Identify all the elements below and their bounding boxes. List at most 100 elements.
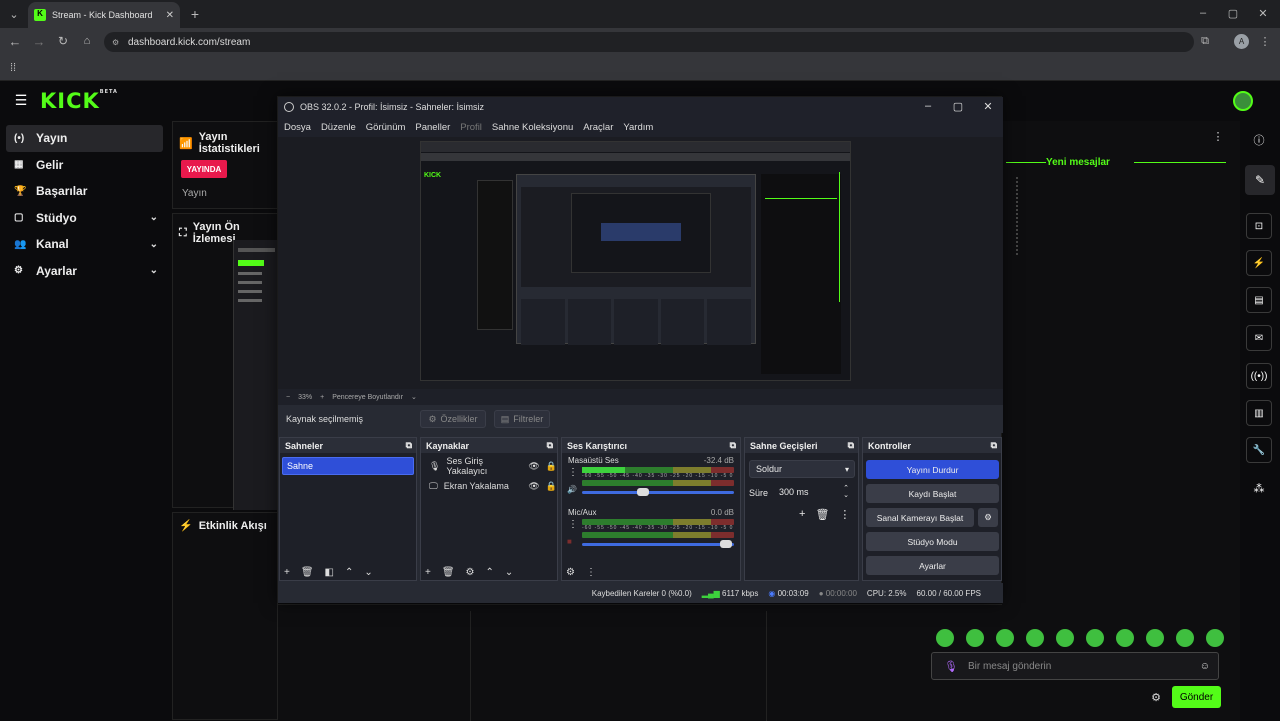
- restore-icon[interactable]: ▢: [1226, 6, 1240, 20]
- emote-icon[interactable]: [996, 629, 1014, 647]
- notes-icon[interactable]: ▤: [1246, 287, 1272, 313]
- control-button-0[interactable]: Yayını Durdur: [866, 460, 999, 479]
- menu-item-2[interactable]: Görünüm: [366, 122, 406, 133]
- menu-item-0[interactable]: Dosya: [284, 122, 311, 133]
- profile-avatar[interactable]: A: [1234, 34, 1249, 49]
- close-window-icon[interactable]: ✕: [1256, 6, 1270, 20]
- advanced-audio-icon[interactable]: ⚙: [566, 567, 575, 578]
- send-button[interactable]: Gönder: [1172, 686, 1221, 708]
- control-button-4[interactable]: Ayarlar: [866, 556, 999, 575]
- user-avatar[interactable]: [1233, 91, 1253, 111]
- layout-icon[interactable]: ▥: [1246, 400, 1272, 426]
- move-down-icon[interactable]: ⌄: [364, 567, 372, 578]
- duration-spinbox[interactable]: 300 ms ⌃ ⌄: [773, 483, 855, 501]
- new-tab-icon[interactable]: +: [188, 6, 202, 22]
- preview-video[interactable]: [233, 240, 279, 510]
- emote-icon[interactable]: [966, 629, 984, 647]
- menu-item-5[interactable]: Sahne Koleksiyonu: [492, 122, 573, 133]
- sidebar-item-5[interactable]: ⚙ Ayarlar ⌄: [0, 258, 170, 285]
- tab-search-icon[interactable]: ⌄: [6, 6, 22, 22]
- apps-grid-icon[interactable]: ⁞⁞: [6, 61, 20, 75]
- virtual-camera-settings-icon[interactable]: ⚙: [978, 508, 998, 527]
- add-icon[interactable]: +: [284, 567, 290, 578]
- emote-icon[interactable]: [1086, 629, 1104, 647]
- sidebar-item-2[interactable]: 🏆 Başarılar: [0, 178, 170, 205]
- slider-knob[interactable]: [636, 488, 649, 496]
- chat-settings-icon[interactable]: ⚙: [1150, 690, 1162, 704]
- speaker-icon[interactable]: 🔊: [567, 485, 577, 494]
- emote-icon[interactable]: [1176, 629, 1194, 647]
- forward-icon[interactable]: →: [32, 34, 46, 49]
- microphone-icon[interactable]: 🎙: [944, 660, 958, 673]
- mixer-menu-icon[interactable]: ⋮: [586, 567, 596, 578]
- chat-message-input[interactable]: 🎙 Bir mesaj gönderin ☺: [931, 652, 1219, 680]
- extensions-icon[interactable]: ⧉: [1198, 34, 1212, 48]
- extensions-dots-icon[interactable]: ⁂: [1252, 481, 1266, 495]
- control-button-2[interactable]: Sanal Kamerayı Başlat: [866, 508, 974, 527]
- chevron-down-icon[interactable]: ⌄: [411, 393, 417, 401]
- lock-icon[interactable]: 🔒: [546, 481, 557, 492]
- emote-icon[interactable]: [1056, 629, 1074, 647]
- menu-item-3[interactable]: Paneller: [415, 122, 450, 133]
- browser-menu-icon[interactable]: ⋮: [1258, 34, 1272, 48]
- home-icon[interactable]: ⌂: [80, 34, 94, 48]
- lock-icon[interactable]: 🔒: [546, 461, 557, 472]
- menu-item-7[interactable]: Yardım: [623, 122, 653, 133]
- broadcast-signal-icon[interactable]: ((•)): [1246, 363, 1272, 389]
- sidebar-item-4[interactable]: 👥 Kanal ⌄: [0, 231, 170, 258]
- chevron-down-icon[interactable]: ⌄: [150, 212, 158, 223]
- source-item[interactable]: 🎙 Ses Giriş Yakalayıcı 👁 🔒: [421, 456, 557, 476]
- undock-icon[interactable]: ⧉: [991, 440, 997, 451]
- move-down-icon[interactable]: ⌄: [505, 567, 513, 578]
- fit-to-window-select[interactable]: Pencereye Boyutlandır: [332, 394, 403, 401]
- menu-item-4[interactable]: Profil: [460, 122, 482, 133]
- wrench-icon[interactable]: 🔧: [1246, 437, 1272, 463]
- obs-maximize-icon[interactable]: ▢: [952, 100, 964, 113]
- emote-icon[interactable]: [1146, 629, 1164, 647]
- eye-visibility-icon[interactable]: 👁: [528, 461, 539, 472]
- new-messages-divider[interactable]: Yeni mesajlar: [1046, 157, 1110, 168]
- emote-icon[interactable]: [1206, 629, 1224, 647]
- filters-button[interactable]: ▤ Filtreler: [494, 410, 550, 428]
- undock-icon[interactable]: ⧉: [547, 440, 553, 451]
- undock-icon[interactable]: ⧉: [730, 440, 736, 451]
- reload-icon[interactable]: ↻: [56, 34, 70, 48]
- properties-button[interactable]: ⚙ Özellikler: [420, 410, 486, 428]
- source-item[interactable]: 🖵 Ekran Yakalama 👁 🔒: [421, 476, 557, 496]
- transition-menu-icon[interactable]: ⋮: [839, 508, 850, 521]
- emote-icon[interactable]: [1026, 629, 1044, 647]
- volume-slider[interactable]: [582, 488, 734, 496]
- sidebar-item-1[interactable]: ▦ Gelir: [0, 152, 170, 179]
- quick-action-icon[interactable]: ⚡: [1246, 250, 1272, 276]
- filter-icon[interactable]: ◧: [325, 567, 334, 578]
- scene-item[interactable]: Sahne: [282, 457, 414, 475]
- chat-menu-icon[interactable]: ⋮: [1212, 129, 1224, 143]
- channel-menu-icon[interactable]: ⋮: [568, 519, 578, 530]
- undock-icon[interactable]: ⧉: [848, 440, 854, 451]
- focus-icon[interactable]: ⊡: [1246, 213, 1272, 239]
- gear-icon[interactable]: ⚙: [466, 567, 475, 578]
- obs-close-icon[interactable]: ✕: [982, 100, 994, 113]
- mute-indicator-icon[interactable]: ■: [567, 537, 572, 546]
- back-icon[interactable]: ←: [8, 34, 22, 49]
- trash-icon[interactable]: 🗑: [301, 567, 314, 578]
- emote-icon[interactable]: [936, 629, 954, 647]
- add-icon[interactable]: +: [799, 508, 805, 521]
- close-tab-icon[interactable]: ✕: [166, 10, 174, 21]
- url-bar[interactable]: ⚙ dashboard.kick.com/stream: [104, 32, 1194, 52]
- volume-slider[interactable]: [582, 540, 734, 548]
- transition-select[interactable]: Soldur ▾: [749, 460, 855, 478]
- minimize-icon[interactable]: –: [1196, 6, 1210, 20]
- eye-visibility-icon[interactable]: 👁: [528, 481, 539, 492]
- edit-pencil-icon[interactable]: ✎: [1245, 165, 1275, 195]
- control-button-3[interactable]: Stüdyo Modu: [866, 532, 999, 551]
- sidebar-item-3[interactable]: ▢ Stüdyo ⌄: [0, 205, 170, 232]
- control-button-1[interactable]: Kaydı Başlat: [866, 484, 999, 503]
- trash-icon[interactable]: 🗑: [442, 567, 455, 578]
- hamburger-menu-icon[interactable]: ☰: [14, 92, 28, 108]
- chevron-down-icon[interactable]: ⌄: [150, 239, 158, 250]
- trash-icon[interactable]: 🗑: [815, 508, 829, 521]
- undock-icon[interactable]: ⧉: [406, 440, 412, 451]
- kick-logo[interactable]: KICKBETA: [40, 89, 118, 113]
- emoji-icon[interactable]: ☺: [1200, 661, 1210, 672]
